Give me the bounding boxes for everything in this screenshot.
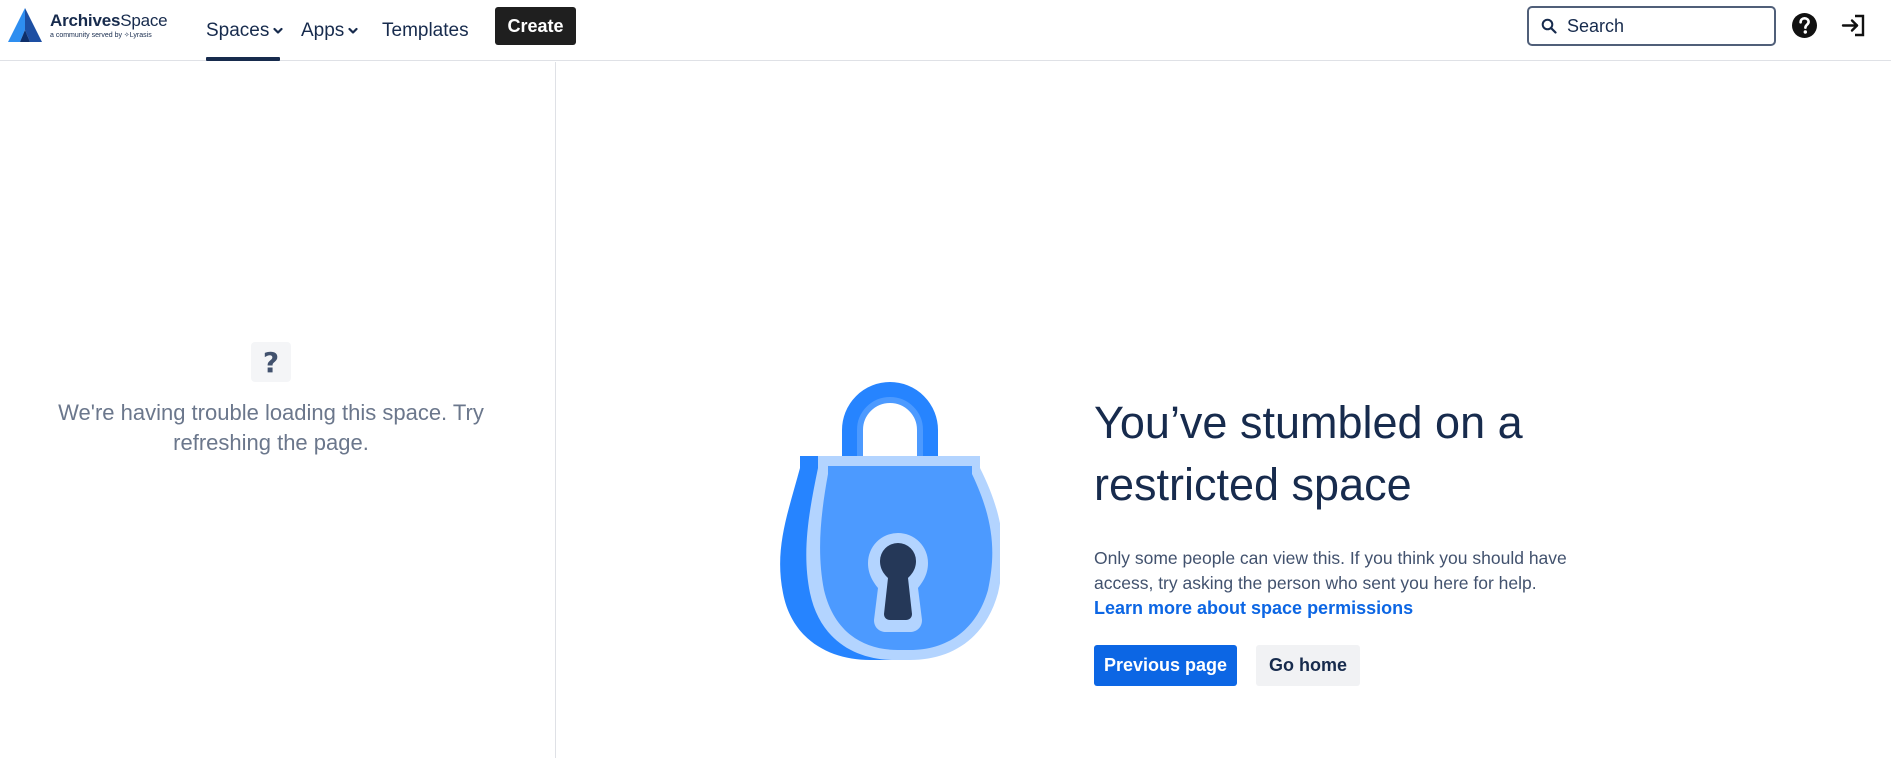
chevron-down-icon (348, 27, 358, 34)
logo-tagline: a community served by ✧Lyrasis (50, 32, 152, 39)
nav-spaces-dropdown[interactable]: Spaces (206, 0, 283, 61)
page-title: You’ve stumbled on a restricted space (1094, 397, 1523, 510)
login-icon[interactable] (1840, 12, 1867, 39)
question-icon: ? (251, 342, 291, 382)
create-button[interactable]: Create (495, 7, 576, 45)
chevron-down-icon (273, 27, 283, 34)
nav-templates-label: Templates (382, 19, 469, 41)
restricted-description: Only some people can view this. If you t… (1094, 548, 1567, 593)
nav-apps-label: Apps (301, 19, 345, 41)
top-navigation-bar: ArchivesSpace a community served by ✧Lyr… (0, 0, 1891, 61)
logo-wordmark: ArchivesSpace (50, 11, 168, 30)
learn-more-permissions-link[interactable]: Learn more about space permissions (1094, 596, 1413, 621)
sidebar-error-message: We're having trouble loading this space.… (58, 400, 484, 455)
go-home-button[interactable]: Go home (1256, 645, 1360, 686)
padlock-illustration (780, 382, 1000, 660)
app-logo[interactable]: ArchivesSpace a community served by ✧Lyr… (6, 6, 168, 44)
nav-templates-link[interactable]: Templates (382, 0, 469, 61)
nav-spaces-label: Spaces (206, 19, 270, 41)
search-icon (1541, 18, 1557, 34)
help-icon[interactable] (1791, 12, 1818, 39)
active-nav-indicator (206, 57, 280, 61)
previous-page-button[interactable]: Previous page (1094, 645, 1237, 686)
logo-text: ArchivesSpace a community served by ✧Lyr… (50, 11, 168, 40)
search-box[interactable] (1527, 6, 1776, 46)
nav-apps-dropdown[interactable]: Apps (301, 0, 358, 61)
search-input[interactable] (1567, 15, 1767, 37)
archivesspace-logo-icon (8, 8, 42, 42)
